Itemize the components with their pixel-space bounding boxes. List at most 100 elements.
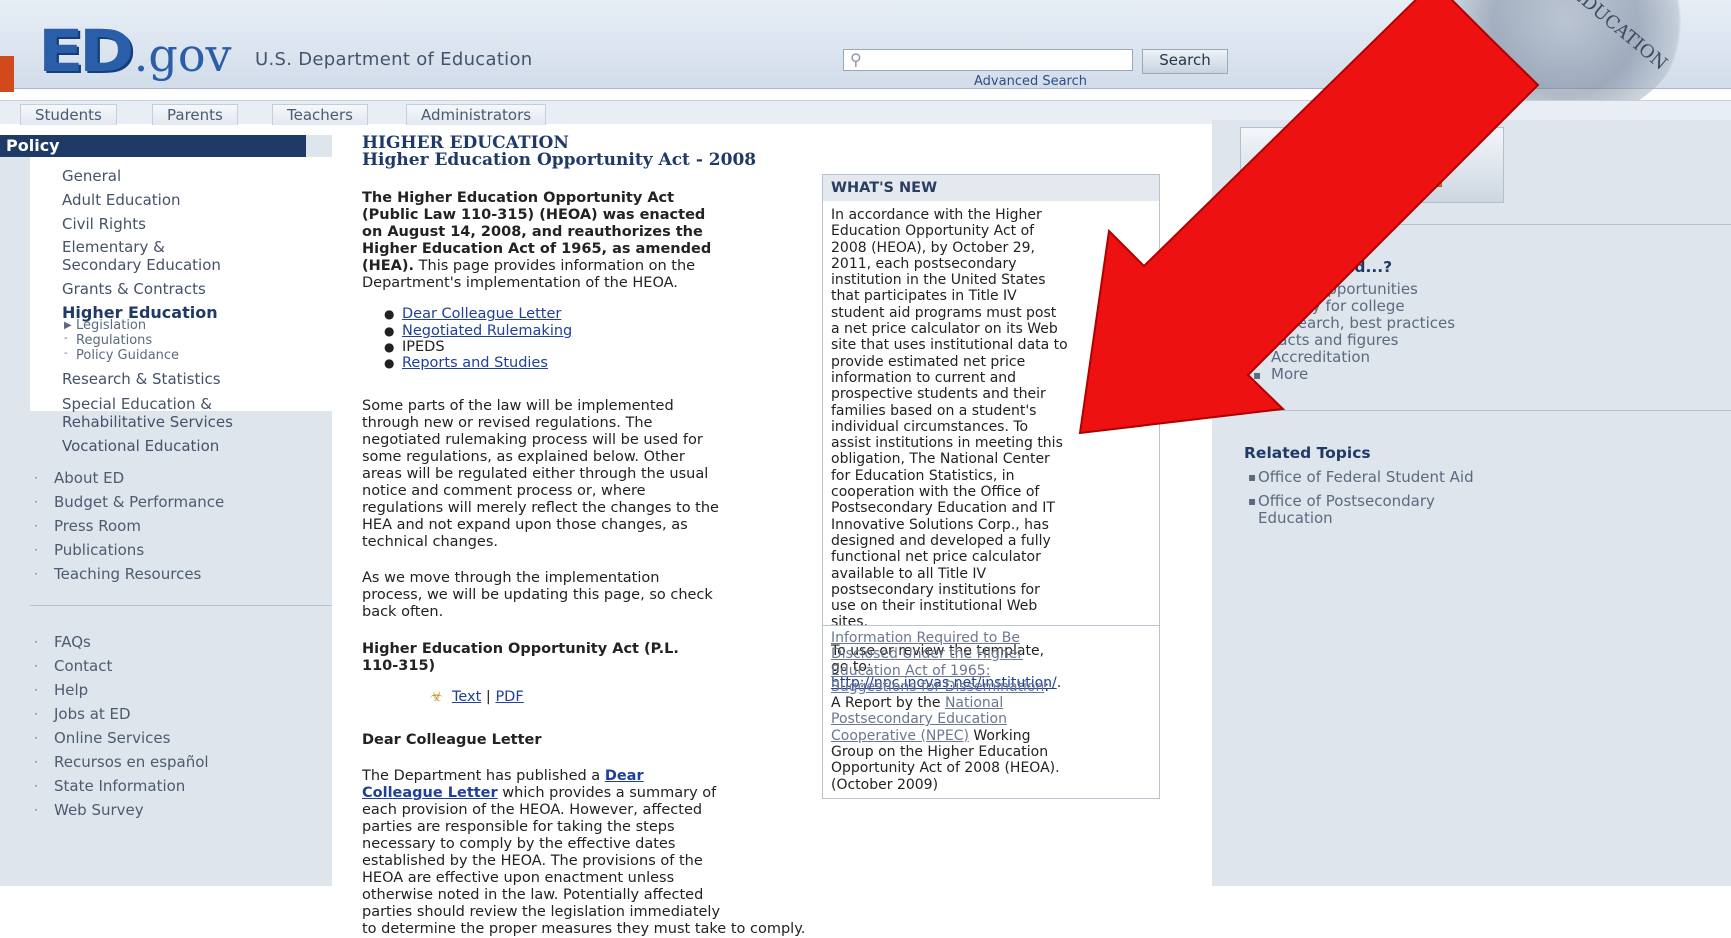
side-link-contact[interactable]: Contact <box>54 657 112 675</box>
tab-students[interactable]: Students <box>20 104 117 125</box>
link-information-required[interactable]: Education Act of 1965: <box>831 663 990 679</box>
link-information-required[interactable]: Information Required to Be <box>831 630 1020 646</box>
tab-administrators[interactable]: Administrators <box>406 104 547 125</box>
report-link-line: Education Act of 1965: <box>831 663 1153 679</box>
policy-header: Policy <box>0 135 306 157</box>
side-link-press-room[interactable]: Press Room <box>54 517 141 535</box>
report-link-line: Information Required to Be <box>831 630 1153 646</box>
para2-line: areas will be regulated either through t… <box>362 466 709 482</box>
link-npec[interactable]: Cooperative (NPEC) <box>831 728 969 744</box>
bullet-icon: · <box>34 707 38 721</box>
link-dear-colleague-letter[interactable]: Dear Colleague Letter <box>402 306 561 323</box>
report-line: Opportunity Act of 2008 (HEOA). <box>831 760 1060 777</box>
find-link-facts[interactable]: Facts and figures <box>1271 331 1399 349</box>
bullet-icon: · <box>34 543 38 557</box>
find-link-money[interactable]: Money for college <box>1271 297 1405 315</box>
policy-item-vocational[interactable]: Vocational Education <box>62 437 219 455</box>
wn-line: 2008 (HEOA), by October 29, <box>831 239 1035 256</box>
link-npec[interactable]: Postsecondary Education <box>831 711 1007 727</box>
policy-item-rehabilitative[interactable]: Rehabilitative Services <box>62 413 233 431</box>
bullet-icon: ▪ <box>1253 351 1262 365</box>
link-text[interactable]: Text <box>452 689 481 705</box>
search-input[interactable] <box>843 49 1133 71</box>
wn-line: In accordance with the Higher <box>831 207 1042 223</box>
bullet-icon: ▪ <box>1248 470 1257 484</box>
whats-new-body: In accordance with the Higher Education … <box>831 207 1153 692</box>
sub-item-policy-guidance[interactable]: Policy Guidance <box>76 348 179 363</box>
dcl-line: parties should review the legislation im… <box>362 904 721 920</box>
side-link-recursos[interactable]: Recursos en español <box>54 753 209 771</box>
link-colleague-letter[interactable]: Colleague Letter <box>362 785 498 801</box>
dcl-line: HEOA are effective upon enactment unless <box>362 870 675 886</box>
separator: | <box>481 689 496 705</box>
document-icon: ☣ <box>430 689 443 705</box>
policy-item-general[interactable]: General <box>62 167 121 185</box>
search-button[interactable]: Search <box>1142 49 1228 74</box>
intro-line-1: The Higher Education Opportunity Act <box>362 190 675 206</box>
para2-line: negotiated rulemaking process will be us… <box>362 432 703 448</box>
bullet-icon: ● <box>384 307 395 321</box>
policy-item-elementary[interactable]: Elementary & <box>62 238 165 256</box>
logo-gov-text: .gov <box>133 28 232 82</box>
side-link-state-information[interactable]: State Information <box>54 777 185 795</box>
find-link-research[interactable]: Research, best practices <box>1271 314 1455 332</box>
policy-item-adult-education[interactable]: Adult Education <box>62 191 181 209</box>
side-link-jobs[interactable]: Jobs at ED <box>54 705 131 723</box>
dcl-line: parties are responsible for taking the s… <box>362 819 675 835</box>
policy-item-special-education[interactable]: Special Education & <box>62 395 212 413</box>
report-line: A Report by the National <box>831 695 1153 711</box>
side-link-about-ed[interactable]: About ED <box>54 469 124 487</box>
wn-line: families based on a student's <box>831 402 1037 419</box>
bullet-icon: · <box>34 567 38 581</box>
link-reports-and-studies[interactable]: Reports and Studies <box>402 355 548 372</box>
side-link-faqs[interactable]: FAQs <box>54 633 91 651</box>
sub-item-regulations[interactable]: Regulations <box>76 333 152 348</box>
page-title: Higher Education Opportunity Act - 2008 <box>362 150 757 170</box>
side-link-help[interactable]: Help <box>54 681 88 699</box>
side-link-online-services[interactable]: Online Services <box>54 729 170 747</box>
bullet-icon: · <box>34 755 38 769</box>
find-link-accreditation[interactable]: Accreditation <box>1271 348 1370 366</box>
bullet-icon: ▪ <box>1253 368 1262 382</box>
whats-new-report: Information Required to Be Disclosed Und… <box>831 630 1153 793</box>
wn-line: prospective students and their <box>831 386 1046 403</box>
sub-item-legislation[interactable]: Legislation <box>76 318 146 333</box>
para3-line: As we move through the implementation <box>362 570 660 586</box>
side-link-budget[interactable]: Budget & Performance <box>54 493 224 511</box>
find-link-grants[interactable]: Grant opportunities <box>1271 280 1418 298</box>
related-link-fsa[interactable]: Office of Federal Student Aid <box>1258 468 1474 486</box>
dcl-line: necessary to comply by the effective dat… <box>362 836 676 852</box>
side-link-publications[interactable]: Publications <box>54 541 144 559</box>
find-link-more[interactable]: More <box>1271 365 1308 383</box>
wn-line: available to all Title IV <box>831 565 987 582</box>
link-negotiated-rulemaking[interactable]: Negotiated Rulemaking <box>402 323 572 340</box>
policy-item-secondary[interactable]: Secondary Education <box>62 256 221 274</box>
bullet-icon: · <box>34 803 38 817</box>
link-information-required[interactable]: Suggestions for Dissemination <box>831 679 1044 695</box>
tab-teachers[interactable]: Teachers <box>272 104 368 125</box>
learn-more-button[interactable]: LEARN MORE <box>1304 165 1442 187</box>
intro-line-2: (Public Law 110-315) (HEOA) was enacted <box>362 207 706 223</box>
link-dear[interactable]: Dear <box>605 768 644 784</box>
dcl-line-1: The Department has published a Dear <box>362 768 644 785</box>
link-npec[interactable]: National <box>945 695 1003 711</box>
wn-line: Innovative Solutions Corp., has <box>831 516 1049 533</box>
advanced-search-link[interactable]: Advanced Search <box>974 74 1087 89</box>
report-line: (October 2009) <box>831 776 939 793</box>
ed-gov-logo[interactable]: ED .gov <box>38 22 232 82</box>
related-link-ope[interactable]: Office of Postsecondary <box>1258 492 1435 510</box>
sidebar-divider <box>30 605 332 606</box>
policy-item-research[interactable]: Research & Statistics <box>62 370 221 388</box>
tab-parents[interactable]: Parents <box>152 104 238 125</box>
side-link-teaching-resources[interactable]: Teaching Resources <box>54 565 201 583</box>
dcl-text: which provides a summary of <box>497 785 717 801</box>
side-link-web-survey[interactable]: Web Survey <box>54 801 144 819</box>
policy-item-grants[interactable]: Grants & Contracts <box>62 280 206 298</box>
department-name: U.S. Department of Education <box>255 49 533 70</box>
related-link-ope-2[interactable]: Education <box>1258 509 1333 527</box>
wn-line: a net price calculator on its Web <box>831 321 1058 338</box>
link-information-required[interactable]: Disclosed Under the Higher <box>831 646 1023 662</box>
link-pdf[interactable]: PDF <box>495 689 523 705</box>
policy-item-civil-rights[interactable]: Civil Rights <box>62 215 146 233</box>
wn-line: site that uses institutional data to <box>831 337 1068 354</box>
